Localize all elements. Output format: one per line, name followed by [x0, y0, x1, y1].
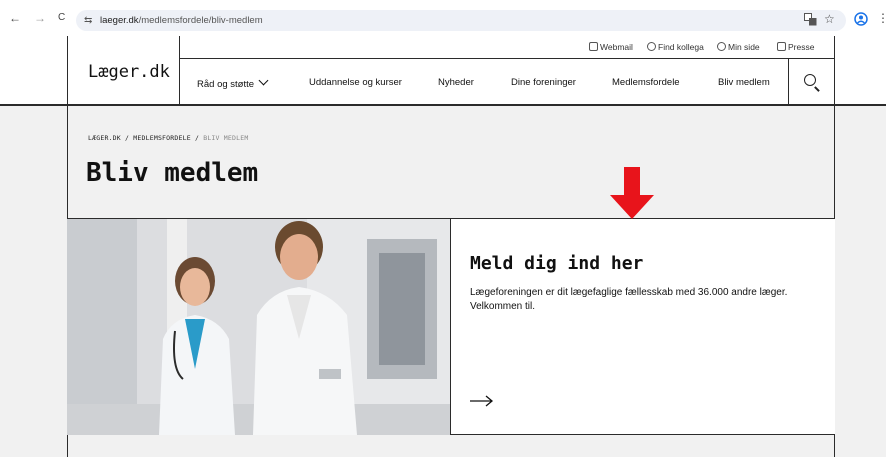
chevron-down-icon	[258, 75, 269, 86]
nav-medlemsfordele[interactable]: Medlemsfordele	[612, 77, 680, 89]
min-side-label: Min side	[728, 42, 760, 52]
signup-card-text: Lægeforeningen er dit lægefaglige fælles…	[470, 287, 788, 312]
doctors-photo	[67, 219, 451, 435]
logo-cell: Læger.dk	[67, 36, 180, 106]
browser-menu-icon[interactable]: ⋮	[877, 11, 886, 25]
address-bar[interactable]: ⇆ laeger.dk/medlemsfordele/bliv-medlem ☆	[76, 10, 846, 31]
find-kollega-label: Find kollega	[658, 42, 704, 52]
utility-nav: Webmail Find kollega Min side Presse	[180, 36, 835, 59]
min-side-link[interactable]: Min side	[717, 42, 760, 53]
page: Læger.dk Webmail Find kollega Min side P…	[0, 36, 886, 457]
nav-raad-label: Råd og støtte	[197, 79, 255, 90]
breadcrumb-section[interactable]: MEDLEMSFORDELE	[133, 134, 191, 142]
mail-icon	[589, 42, 598, 51]
breadcrumb-separator: /	[190, 134, 204, 142]
find-kollega-link[interactable]: Find kollega	[647, 42, 704, 53]
breadcrumb: LÆGER.DK / MEDLEMSFORDELE / BLIV MEDLEM	[88, 134, 248, 142]
breadcrumb-current: BLIV MEDLEM	[203, 134, 249, 142]
bookmark-star-icon[interactable]: ☆	[824, 12, 835, 26]
breadcrumb-separator: /	[120, 134, 134, 142]
forward-button[interactable]: →	[34, 10, 46, 26]
nav-uddannelse[interactable]: Uddannelse og kurser	[309, 77, 402, 89]
presse-link[interactable]: Presse	[777, 42, 814, 53]
main-nav: Råd og støtte Uddannelse og kurser Nyhed…	[180, 59, 835, 106]
presse-label: Presse	[788, 42, 815, 52]
search-icon-handle	[814, 86, 820, 92]
search-button[interactable]	[788, 59, 835, 106]
search-icon	[804, 74, 816, 86]
webmail-link[interactable]: Webmail	[589, 42, 633, 53]
url-path: /medlemsfordele/bliv-medlem	[138, 15, 263, 26]
reload-button[interactable]: C	[58, 10, 65, 26]
nav-dine-foreninger[interactable]: Dine foreninger	[511, 77, 576, 89]
webmail-label: Webmail	[600, 42, 633, 52]
back-button[interactable]: ←	[9, 10, 21, 26]
site-info-icon[interactable]: ⇆	[84, 14, 92, 27]
signup-card-title[interactable]: Meld dig ind her	[470, 253, 643, 274]
signup-card[interactable]: Meld dig ind her Lægeforeningen er dit l…	[67, 218, 835, 435]
url-text: laeger.dk/medlemsfordele/bliv-medlem	[100, 14, 263, 27]
red-down-arrow-icon	[610, 167, 654, 219]
page-title: Bliv medlem	[86, 158, 259, 188]
help-circle-icon	[647, 42, 656, 51]
url-host: laeger.dk	[100, 15, 139, 26]
document-icon	[777, 42, 786, 51]
site-logo[interactable]: Læger.dk	[88, 62, 170, 82]
nav-nyheder[interactable]: Nyheder	[438, 77, 474, 89]
translate-icon[interactable]	[804, 13, 817, 26]
browser-chrome: ← → C ⇆ laeger.dk/medlemsfordele/bliv-me…	[0, 0, 886, 36]
signup-card-body: Meld dig ind her Lægeforeningen er dit l…	[451, 219, 835, 435]
user-circle-icon	[717, 42, 726, 51]
breadcrumb-home[interactable]: LÆGER.DK	[88, 134, 121, 142]
arrow-right-icon[interactable]	[470, 395, 494, 407]
nav-bliv-medlem[interactable]: Bliv medlem	[718, 77, 770, 89]
nav-raad-og-stoette[interactable]: Råd og støtte	[197, 75, 269, 91]
profile-icon[interactable]	[854, 12, 868, 26]
